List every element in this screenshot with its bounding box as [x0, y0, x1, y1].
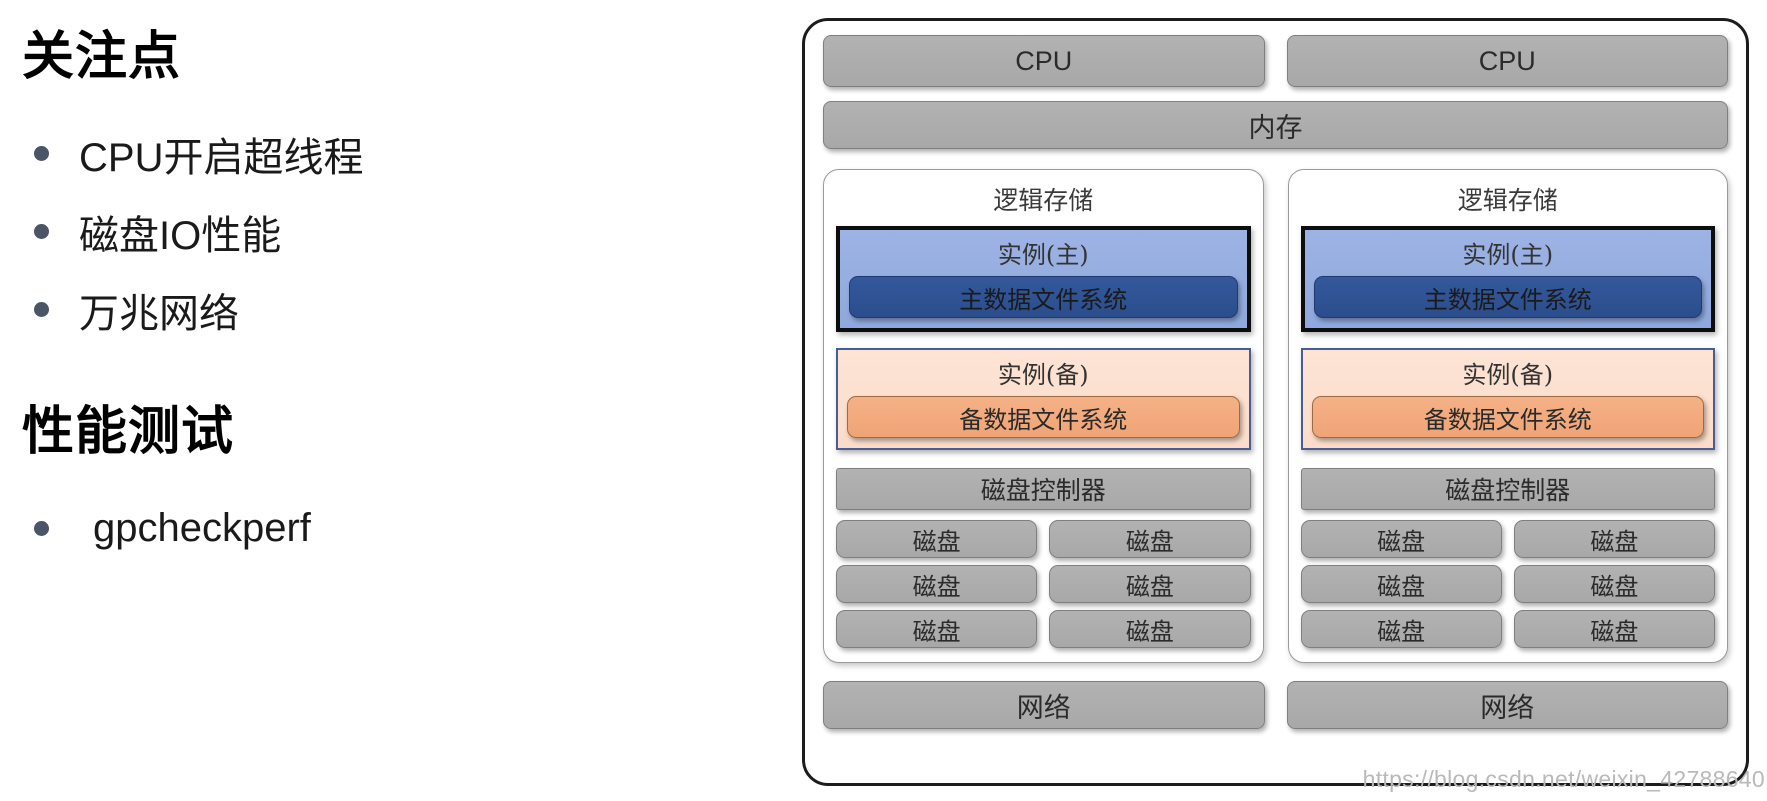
memory-row: 内存 [823, 101, 1728, 149]
disk-box: 磁盘 [1513, 610, 1715, 648]
bullet-dot-icon [34, 302, 49, 318]
list-item-label: CPU开启超线程 [79, 135, 364, 180]
performance-bullet-list: gpcheckperf [20, 489, 790, 567]
logical-storage-title: 逻辑存储 [1457, 186, 1558, 215]
disk-controller-box: 磁盘控制器 [836, 468, 1251, 510]
standby-filesystem-box: 备数据文件系统 [847, 396, 1240, 438]
standby-instance-label: 实例(备) [997, 361, 1089, 389]
primary-instance-label: 实例(主) [1462, 241, 1554, 269]
standby-instance-box: 实例(备) 备数据文件系统 [836, 348, 1251, 450]
storage-columns: 逻辑存储 实例(主) 主数据文件系统 实例(备) 备数据文件系统 磁盘控制器 磁… [823, 169, 1728, 663]
disk-box: 磁盘 [1300, 520, 1502, 558]
network-box: 网络 [823, 681, 1265, 729]
list-item-label: gpcheckperf [93, 505, 311, 550]
concerns-bullet-list: CPU开启超线程 磁盘IO性能 万兆网络 [20, 115, 790, 349]
server-architecture-diagram: CPU CPU 内存 逻辑存储 实例(主) 主数据文件系统 实例(备) 备数据文… [802, 18, 1749, 786]
disk-box: 磁盘 [1300, 565, 1502, 603]
logical-storage-title: 逻辑存储 [993, 186, 1094, 215]
primary-instance-box: 实例(主) 主数据文件系统 [836, 226, 1251, 332]
disk-box: 磁盘 [1513, 520, 1715, 558]
disk-controller-box: 磁盘控制器 [1300, 468, 1715, 510]
bullet-dot-icon [34, 520, 49, 536]
standby-instance-box: 实例(备) 备数据文件系统 [1300, 348, 1715, 450]
disk-box: 磁盘 [1049, 520, 1251, 558]
disk-box: 磁盘 [1049, 610, 1251, 648]
disk-box: 磁盘 [1513, 565, 1715, 603]
memory-box: 内存 [823, 101, 1728, 149]
list-item-label: 万兆网络 [79, 291, 239, 336]
primary-instance-label: 实例(主) [997, 241, 1089, 269]
primary-instance-box: 实例(主) 主数据文件系统 [1300, 226, 1715, 332]
bullet-dot-icon [34, 146, 49, 162]
standby-filesystem-box: 备数据文件系统 [1311, 396, 1704, 438]
disk-box: 磁盘 [836, 520, 1038, 558]
list-item: gpcheckperf [20, 489, 790, 567]
disk-grid: 磁盘 磁盘 磁盘 磁盘 磁盘 磁盘 [1300, 520, 1715, 648]
disk-box: 磁盘 [1300, 610, 1502, 648]
disk-box: 磁盘 [836, 610, 1038, 648]
left-text-panel: 关注点 CPU开启超线程 磁盘IO性能 万兆网络 性能测试 gpcheckper… [0, 0, 790, 801]
disk-grid: 磁盘 磁盘 磁盘 磁盘 磁盘 磁盘 [836, 520, 1251, 648]
bullet-dot-icon [34, 224, 49, 240]
primary-filesystem-box: 主数据文件系统 [1313, 276, 1702, 318]
cpu-row: CPU CPU [823, 35, 1728, 87]
list-item: 万兆网络 [20, 271, 790, 349]
network-box: 网络 [1286, 681, 1728, 729]
concerns-heading: 关注点 [22, 28, 182, 86]
list-item: CPU开启超线程 [20, 115, 790, 193]
list-item: 磁盘IO性能 [20, 193, 790, 271]
performance-test-heading: 性能测试 [22, 402, 235, 461]
logical-storage-column: 逻辑存储 实例(主) 主数据文件系统 实例(备) 备数据文件系统 磁盘控制器 磁… [1287, 169, 1728, 663]
cpu-box: CPU [1286, 35, 1728, 87]
standby-instance-label: 实例(备) [1462, 361, 1554, 389]
cpu-box: CPU [823, 35, 1265, 87]
primary-filesystem-box: 主数据文件系统 [849, 276, 1238, 318]
logical-storage-column: 逻辑存储 实例(主) 主数据文件系统 实例(备) 备数据文件系统 磁盘控制器 磁… [823, 169, 1264, 663]
disk-box: 磁盘 [1049, 565, 1251, 603]
disk-box: 磁盘 [836, 565, 1038, 603]
list-item-label: 磁盘IO性能 [79, 213, 282, 258]
network-row: 网络 网络 [823, 681, 1728, 729]
